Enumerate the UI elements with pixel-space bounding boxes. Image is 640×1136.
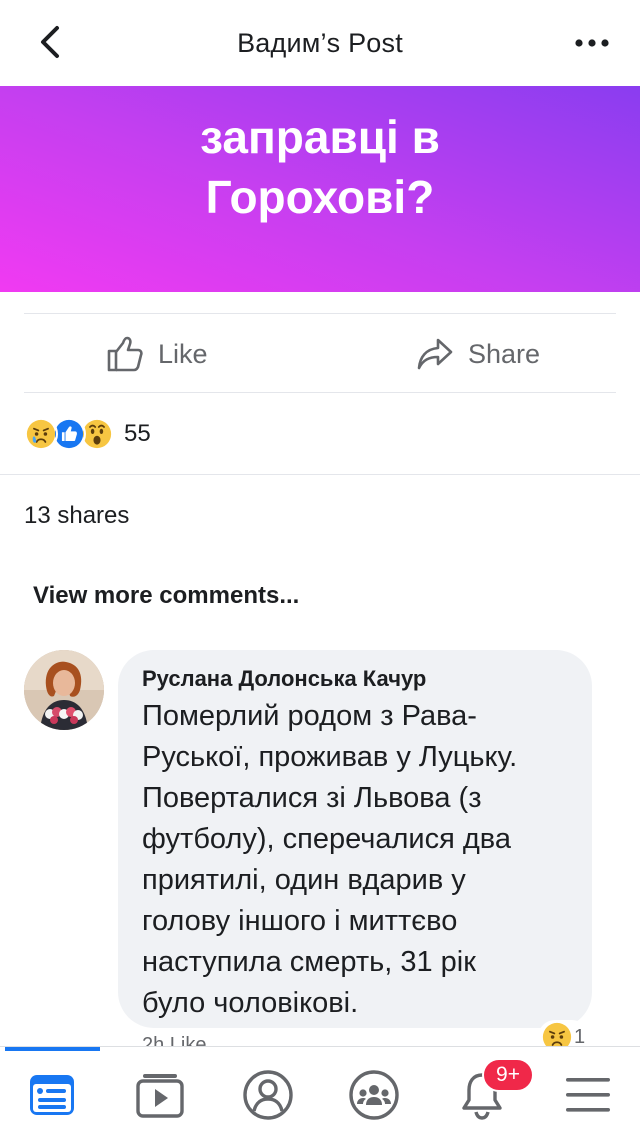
- avatar-photo: [24, 650, 104, 730]
- video-play-icon: [136, 1074, 184, 1118]
- thumbs-up-icon: [107, 336, 143, 372]
- page-title: Вадим’s Post: [237, 27, 403, 58]
- divider: [0, 474, 640, 475]
- comment-text-line: було чоловікові.: [142, 987, 359, 1019]
- comment-text-line: приятилі, один вдарив у: [142, 864, 466, 896]
- comment-text-line: наступила смерть, 31 рік: [142, 946, 476, 978]
- post-actions: Like Share: [24, 313, 616, 393]
- comment-text-line: футболу), сперечалися два: [142, 823, 511, 855]
- back-button[interactable]: [30, 22, 70, 62]
- groups-icon: [349, 1070, 399, 1120]
- tab-watch[interactable]: [130, 1065, 190, 1125]
- view-more-comments-link[interactable]: View more comments...: [33, 582, 299, 610]
- shares-count[interactable]: 13 shares: [24, 502, 129, 530]
- tab-news-feed[interactable]: [22, 1065, 82, 1125]
- comment-text: Померлий родом з Рава- Руської, проживав…: [142, 696, 570, 1024]
- comment-text-line: Руської, проживав у Луцьку.: [142, 741, 518, 773]
- comment-bubble[interactable]: Руслана Долонська Качур Померлий родом з…: [118, 650, 592, 1028]
- share-arrow-icon: [417, 338, 453, 370]
- comment-text-line: голову іншого і миттєво: [142, 905, 458, 937]
- more-options-button[interactable]: [570, 28, 614, 58]
- like-button[interactable]: Like: [106, 314, 208, 394]
- reactions-summary[interactable]: 55: [24, 414, 151, 454]
- comment-text-line: Поверталися зі Львова (з: [142, 782, 482, 814]
- share-button[interactable]: Share: [416, 314, 540, 394]
- more-icon: [575, 39, 609, 47]
- chevron-left-icon: [41, 26, 59, 58]
- comment-author[interactable]: Руслана Долонська Качур: [142, 666, 570, 692]
- profile-icon: [243, 1070, 293, 1120]
- sad-reaction-icon: [24, 417, 58, 451]
- active-tab-indicator: [5, 1047, 100, 1051]
- tab-groups[interactable]: [344, 1065, 404, 1125]
- post-banner[interactable]: заправці в Горохові?: [0, 86, 640, 292]
- commenter-avatar[interactable]: [24, 650, 104, 730]
- menu-icon: [566, 1078, 610, 1112]
- share-label: Share: [468, 338, 541, 369]
- notification-badge: 9+: [482, 1058, 534, 1092]
- reaction-count: 55: [124, 420, 151, 447]
- tab-menu[interactable]: [558, 1065, 618, 1125]
- top-bar: Вадим’s Post: [0, 0, 640, 86]
- tab-profile[interactable]: [238, 1065, 298, 1125]
- like-label: Like: [158, 338, 208, 369]
- bottom-tab-bar: [0, 1046, 640, 1136]
- news-feed-icon: [30, 1075, 74, 1115]
- banner-line-2: Горохові?: [205, 171, 435, 223]
- comment-text-line: Померлий родом з Рава-: [142, 700, 477, 732]
- banner-line-1: заправці в: [200, 111, 440, 163]
